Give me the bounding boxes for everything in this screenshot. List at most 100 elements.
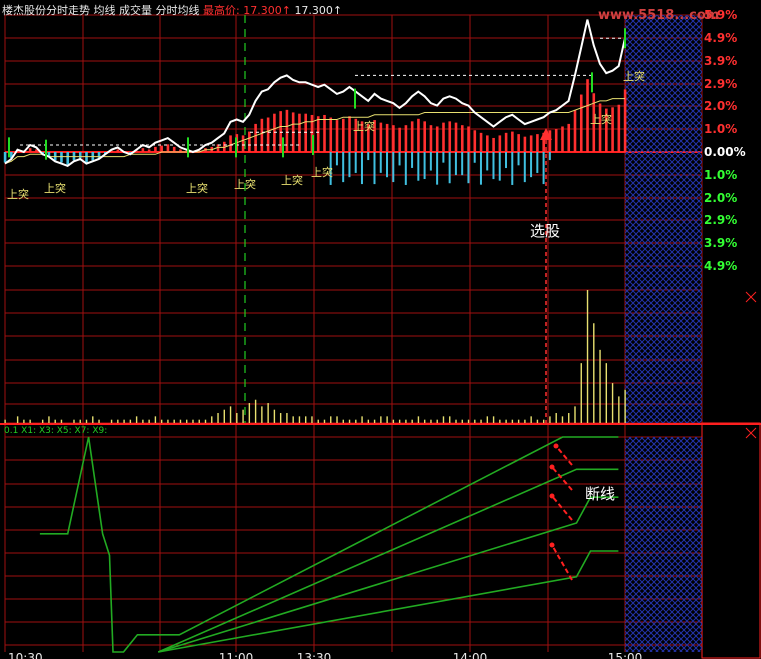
down-bar xyxy=(436,152,439,185)
break-arrow xyxy=(555,445,573,466)
volume-bar xyxy=(279,413,282,423)
volume-bar xyxy=(85,419,88,423)
volume-bar xyxy=(568,413,570,423)
volume-bar xyxy=(430,419,432,423)
volume-bar xyxy=(305,416,307,423)
up-bar xyxy=(248,131,251,152)
down-bar xyxy=(536,152,539,173)
volume-bar xyxy=(555,413,557,423)
y-tick-label: 2.9% xyxy=(704,77,737,91)
annotations: 选股 断线 上突 上突 上突 上突 上突上突上突上突上突 xyxy=(7,28,645,581)
high-price-value: 17.300↑ xyxy=(243,4,291,17)
down-bar xyxy=(3,152,7,163)
up-bar xyxy=(166,144,170,152)
y-tick-label: 2.0% xyxy=(704,99,737,113)
indicator-ma[interactable]: 均线 xyxy=(94,4,116,17)
down-bar xyxy=(479,152,482,185)
volume-bar xyxy=(373,419,376,423)
down-bar xyxy=(523,152,526,183)
up-bar xyxy=(517,134,520,152)
down-bar xyxy=(398,152,401,166)
breakout-label: 上突 xyxy=(590,112,612,126)
volume-bar xyxy=(323,419,326,423)
indicator-volume[interactable]: 成交量 xyxy=(119,4,152,17)
down-bar xyxy=(417,152,420,181)
volume-bar xyxy=(242,409,244,423)
volume-bar xyxy=(60,419,63,423)
volume-bar xyxy=(530,416,532,423)
up-bar xyxy=(341,118,345,152)
volume-bar xyxy=(317,419,319,423)
volume-bar xyxy=(186,419,188,423)
down-bar xyxy=(348,152,351,178)
volume-bar xyxy=(217,413,219,423)
volume-bar xyxy=(605,363,608,423)
breakout-label: 上突 xyxy=(234,177,256,191)
volume-bar xyxy=(298,416,301,423)
breakout-label: 上突 xyxy=(44,181,66,195)
volume-bar xyxy=(348,419,351,423)
up-bar xyxy=(379,122,383,152)
volume-bar xyxy=(474,419,476,423)
up-bar xyxy=(254,123,257,152)
down-bar xyxy=(548,152,551,161)
up-bar xyxy=(410,121,414,152)
down-bar xyxy=(498,152,501,181)
down-bar xyxy=(360,152,363,185)
volume-bar xyxy=(361,416,363,423)
volume-bar xyxy=(586,290,589,423)
volume-bar xyxy=(16,416,19,423)
break-arrow xyxy=(551,544,573,581)
break-arrow-head xyxy=(549,464,555,470)
down-bar xyxy=(342,152,345,183)
indicator-line xyxy=(158,550,619,653)
down-bar xyxy=(448,152,451,184)
up-bar xyxy=(229,135,232,152)
indicator-line xyxy=(158,496,619,653)
breakout-label: 上突 xyxy=(7,187,29,201)
volume-bar xyxy=(593,323,595,423)
volume-bar xyxy=(330,416,332,423)
up-bars xyxy=(16,79,627,152)
indicator-intraday-ma[interactable]: 分时均线 xyxy=(156,4,200,17)
down-bar xyxy=(492,152,495,180)
x-tick-label: 15:00 xyxy=(608,651,643,659)
volume-bar xyxy=(542,419,545,423)
down-bar xyxy=(442,152,445,163)
volume-bar xyxy=(536,419,539,423)
up-bar xyxy=(335,120,339,152)
down-bar xyxy=(60,152,63,163)
chart-title: 分时走势 xyxy=(46,4,90,17)
volume-bar xyxy=(292,416,294,423)
volume-bar xyxy=(110,419,113,423)
y-tick-label: 0.00% xyxy=(704,145,746,159)
volume-bar xyxy=(442,416,445,423)
breakout-label: 上突 xyxy=(353,119,375,133)
up-bar xyxy=(554,129,558,152)
down-bar xyxy=(486,152,489,171)
down-bar xyxy=(85,152,88,163)
volume-bar xyxy=(455,419,457,423)
up-bar xyxy=(116,149,120,152)
volume-bar xyxy=(267,403,269,423)
up-bar xyxy=(329,117,333,152)
down-bar xyxy=(386,152,389,178)
volume-bar xyxy=(342,419,344,423)
volume-bar xyxy=(449,416,451,423)
volume-bar xyxy=(336,416,338,423)
up-bar xyxy=(511,131,514,152)
up-bar xyxy=(154,146,157,152)
down-bar xyxy=(404,152,407,185)
up-bar xyxy=(298,113,301,152)
up-bar xyxy=(460,125,464,152)
volume-bar xyxy=(273,409,276,423)
volume-bar xyxy=(173,419,175,423)
down-bar xyxy=(467,152,470,184)
up-bar xyxy=(617,104,621,152)
indicator-lines xyxy=(39,436,619,653)
volume-bar xyxy=(261,406,263,423)
volume-bar xyxy=(405,419,407,423)
down-bar xyxy=(517,152,520,166)
volume-bar xyxy=(223,409,225,423)
up-bar xyxy=(28,148,32,152)
